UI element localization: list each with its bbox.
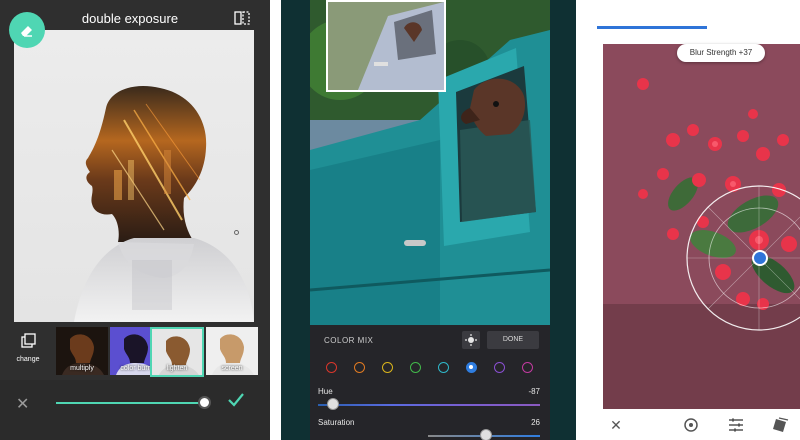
color-dot-aqua[interactable] — [438, 362, 449, 373]
color-mix-editor: COLOR MIX DONE Hue -87 Saturation 26 — [281, 0, 576, 440]
color-dot-green[interactable] — [410, 362, 421, 373]
blur-editor: Blur Strength +37 ✕ — [587, 0, 800, 440]
thumb-label: screen — [221, 365, 243, 372]
truck-photo — [310, 0, 550, 325]
change-label: change — [16, 356, 40, 363]
blend-thumb-multiply[interactable]: multiply — [56, 327, 108, 375]
page-title: double exposure — [81, 11, 179, 26]
done-button[interactable]: DONE — [487, 331, 539, 349]
eraser-icon — [21, 26, 32, 37]
progress-bar — [597, 26, 707, 29]
double-exposure-editor: double exposure change multiply color bu — [0, 0, 270, 440]
close-icon[interactable]: ✕ — [16, 394, 29, 414]
check-icon[interactable] — [226, 390, 246, 410]
bottom-toolbar: ✕ — [597, 410, 800, 440]
color-mix-panel: COLOR MIX DONE Hue -87 Saturation 26 — [310, 325, 550, 440]
thumb-label: multiply — [70, 365, 94, 372]
layers-icon — [21, 333, 36, 348]
sliders-icon[interactable] — [727, 416, 745, 434]
original-preview-inset — [326, 0, 446, 92]
top-bar: double exposure — [0, 0, 270, 48]
blur-strength-badge: Blur Strength +37 — [677, 44, 765, 62]
color-dot-yellow[interactable] — [382, 362, 393, 373]
saturation-label: Saturation — [318, 418, 355, 427]
section-label: COLOR MIX — [324, 336, 374, 345]
double-exposure-photo — [14, 30, 254, 322]
blend-thumb-screen[interactable]: screen — [206, 327, 258, 375]
close-icon[interactable]: ✕ — [607, 416, 625, 434]
color-dot-magenta[interactable] — [522, 362, 533, 373]
opacity-slider-knob[interactable] — [198, 396, 211, 409]
thumb-label: lighten — [166, 365, 188, 372]
target-adjust-button[interactable] — [462, 331, 480, 349]
styles-icon[interactable] — [772, 416, 790, 434]
flower-photo — [603, 44, 800, 409]
blend-thumb-lighten[interactable]: lighten — [150, 327, 204, 377]
hue-slider-knob[interactable] — [327, 398, 339, 410]
target-icon — [465, 334, 477, 346]
saturation-value: 26 — [531, 418, 540, 427]
color-dot-red[interactable] — [326, 362, 337, 373]
transform-handle[interactable] — [234, 230, 239, 235]
selection-icon[interactable] — [682, 416, 700, 434]
opacity-slider-track[interactable] — [56, 402, 206, 404]
saturation-slider-knob[interactable] — [480, 429, 492, 440]
bottom-bar: ✕ — [0, 380, 270, 440]
change-photo-button[interactable]: change — [8, 333, 48, 373]
hue-slider-track[interactable] — [318, 404, 540, 406]
color-dot-orange[interactable] — [354, 362, 365, 373]
app-screenshots-collage: double exposure change multiply color bu — [0, 0, 800, 440]
hue-value: -87 — [528, 387, 540, 396]
hue-label: Hue — [318, 387, 333, 396]
compare-icon[interactable] — [234, 11, 250, 25]
top-bar — [597, 0, 800, 28]
color-dot-blue[interactable] — [466, 362, 477, 373]
color-dot-purple[interactable] — [494, 362, 505, 373]
eraser-button[interactable] — [9, 12, 45, 48]
blend-mode-strip: change multiply color burn lighten scree… — [0, 325, 270, 377]
